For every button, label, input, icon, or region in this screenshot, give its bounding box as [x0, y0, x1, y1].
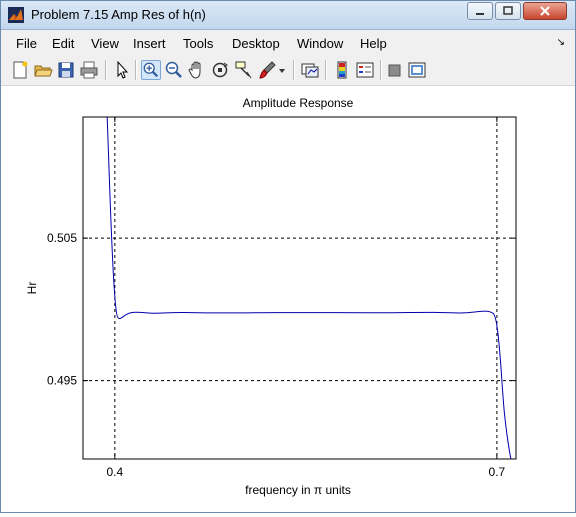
brush-dropdown-icon[interactable]: [277, 60, 287, 80]
close-button[interactable]: [523, 2, 567, 20]
insert-colorbar-icon[interactable]: [332, 60, 352, 80]
window-title: Problem 7.15 Amp Res of h(n): [31, 7, 206, 22]
menubar-dock-arrow-icon[interactable]: ↘: [557, 37, 565, 48]
title-bar[interactable]: Problem 7.15 Amp Res of h(n): [1, 1, 575, 30]
y-axis-label: Hr: [25, 282, 39, 295]
plot-area: [82, 116, 517, 460]
menu-edit[interactable]: Edit: [52, 36, 74, 51]
print-figure-icon[interactable]: [79, 60, 99, 80]
amplitude-response-plot[interactable]: Amplitude Response frequency in π units …: [1, 86, 575, 512]
x-tick-label: 0.4: [106, 465, 123, 479]
zoom-in-icon[interactable]: [141, 60, 161, 80]
maximize-button[interactable]: [495, 2, 521, 20]
insert-legend-icon[interactable]: [355, 60, 375, 80]
data-cursor-icon[interactable]: [233, 60, 253, 80]
figure-toolbar: [1, 55, 575, 86]
toolbar-separator: [135, 60, 137, 80]
y-tick-label: 0.505: [47, 231, 77, 245]
minimize-icon: [476, 13, 484, 15]
new-figure-icon[interactable]: [10, 60, 30, 80]
toolbar-separator: [380, 60, 382, 80]
matlab-logo-icon: [8, 7, 24, 23]
save-figure-icon[interactable]: [56, 60, 76, 80]
pan-hand-icon[interactable]: [187, 60, 207, 80]
menu-desktop[interactable]: Desktop: [232, 36, 280, 51]
menu-insert[interactable]: Insert: [133, 36, 166, 51]
x-axis-label: frequency in π units: [245, 483, 351, 497]
menu-view[interactable]: View: [91, 36, 119, 51]
brush-icon[interactable]: [257, 60, 277, 80]
maximize-icon: [503, 6, 513, 15]
edit-plot-arrow-icon[interactable]: [112, 60, 132, 80]
toolbar-separator: [293, 60, 295, 80]
hide-plot-tools-icon[interactable]: [385, 60, 405, 80]
y-tick-label: 0.495: [47, 374, 77, 388]
show-plot-tools-icon[interactable]: [407, 60, 427, 80]
figure-window: Problem 7.15 Amp Res of h(n) File Edit V…: [0, 0, 576, 513]
figure-canvas: Amplitude Response frequency in π units …: [1, 86, 575, 512]
menu-help[interactable]: Help: [360, 36, 387, 51]
menu-window[interactable]: Window: [297, 36, 343, 51]
menu-file[interactable]: File: [16, 36, 37, 51]
zoom-out-icon[interactable]: [164, 60, 184, 80]
minimize-button[interactable]: [467, 2, 493, 20]
menu-tools[interactable]: Tools: [183, 36, 213, 51]
close-icon: [540, 6, 550, 16]
toolbar-separator: [105, 60, 107, 80]
x-tick-label: 0.7: [489, 465, 506, 479]
rotate-3d-icon[interactable]: [210, 60, 230, 80]
open-file-icon[interactable]: [33, 60, 53, 80]
chart-title: Amplitude Response: [243, 96, 354, 110]
toolbar-separator: [325, 60, 327, 80]
link-plot-icon[interactable]: [300, 60, 320, 80]
menu-bar: File Edit View Insert Tools Desktop Wind…: [1, 30, 575, 55]
